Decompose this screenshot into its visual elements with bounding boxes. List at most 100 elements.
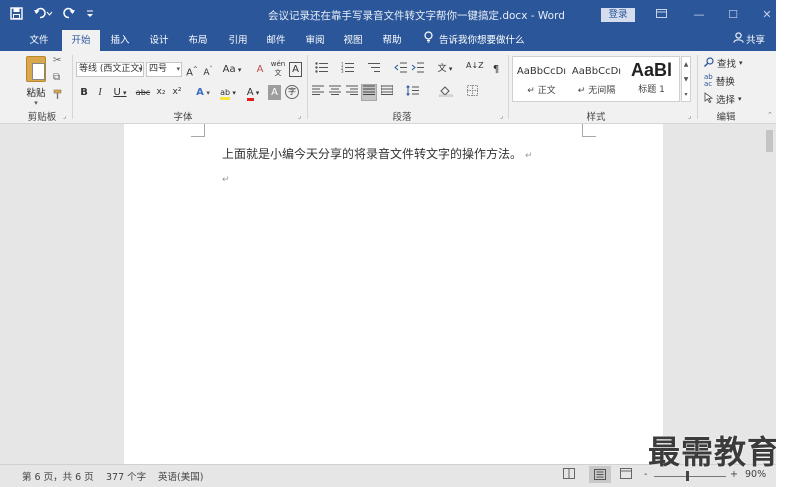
minimize-icon[interactable]: — [682,0,716,30]
paragraph-launcher-icon[interactable]: ⌟ [500,112,503,120]
zoom-slider-track[interactable] [654,476,726,477]
numbering-button[interactable]: 123 [337,62,359,77]
tab-help[interactable]: 帮助 [375,30,409,51]
align-right-button[interactable] [345,85,359,100]
character-shading-button[interactable]: A [268,85,281,100]
tab-references[interactable]: 引用 [221,30,255,51]
close-icon[interactable]: ✕ [750,0,776,30]
highlight-button[interactable]: ab ▾ [217,85,239,100]
replace-label: 替换 [715,77,735,88]
style-no-spacing[interactable]: AaBbCcDı ↵ 无间隔 [569,57,624,101]
superscript-button[interactable]: x² [170,85,184,100]
clipboard-launcher-icon[interactable]: ⌟ [63,112,66,120]
justify-icon [363,85,375,95]
text-effects-button[interactable]: A ▾ [192,85,214,100]
save-icon[interactable] [10,6,23,24]
increase-indent-button[interactable] [410,62,424,77]
chinese-layout-button[interactable]: 文 ▾ [433,62,457,77]
share-button[interactable]: 共享 [733,30,765,51]
cut-icon[interactable]: ✂ [53,55,61,66]
strikethrough-button[interactable]: abc [135,85,151,100]
copy-icon[interactable]: ⧉ [53,72,60,83]
show-marks-button[interactable]: ¶ [490,62,502,77]
tab-insert[interactable]: 插入 [104,30,136,51]
decrease-indent-button[interactable] [393,62,407,77]
justify-button[interactable] [361,84,377,101]
tell-me-box[interactable]: 告诉我你想要做什么 [424,30,525,51]
customize-qat-icon[interactable] [86,9,94,22]
tab-view[interactable]: 视图 [336,30,370,51]
bold-icon: B [80,87,88,98]
tab-design[interactable]: 设计 [142,30,176,51]
tab-layout[interactable]: 布局 [181,30,215,51]
line-spacing-button[interactable] [400,85,424,100]
select-button[interactable]: 选择 ▾ [704,92,742,106]
vertical-scrollbar[interactable] [763,124,776,464]
paragraph-mark-icon: ↵ [222,175,230,185]
enclose-characters-button[interactable]: 字 [285,85,299,99]
chevron-down-icon: ▾ [738,95,742,103]
print-layout-icon[interactable] [589,466,611,483]
phonetic-guide-button[interactable]: wén 文 [270,60,286,77]
subscript-button[interactable]: x₂ [154,85,168,100]
replace-button[interactable]: ab ac 替换 [704,74,735,89]
clear-formatting-button[interactable]: A [254,62,266,77]
font-size-combo[interactable]: 四号 ▾ [146,62,182,77]
underline-button[interactable]: U ▾ [110,85,130,100]
web-layout-icon[interactable] [620,468,632,482]
shrink-font-button[interactable]: Aˇ [202,62,214,78]
maximize-icon[interactable]: ☐ [716,0,750,30]
tell-me-placeholder: 告诉我你想要做什么 [439,35,525,46]
borders-button[interactable] [460,85,484,100]
zoom-out-button[interactable]: - [644,469,647,480]
empty-paragraph[interactable]: ↵ [222,175,230,185]
word-window: 会议记录还在靠手写录音文件转文字帮你一键搞定.docx - Word 登录 — … [0,0,776,487]
change-case-button[interactable]: Aa ▾ [220,62,244,77]
clear-formatting-icon: A [256,64,264,75]
font-launcher-icon[interactable]: ⌟ [298,112,301,120]
find-button[interactable]: 查找 ▾ [704,56,743,70]
page-count[interactable]: 第 6 页，共 6 页 [22,469,94,483]
document-paragraph[interactable]: 上面就是小编今天分享的将录音文件转文字的操作方法。 ↵ [222,145,533,162]
word-count[interactable]: 377 个字 [106,469,146,483]
ribbon-display-options-icon[interactable] [644,0,678,30]
grow-font-button[interactable]: A^ [186,62,198,78]
align-center-button[interactable] [328,85,342,100]
read-mode-icon[interactable] [563,468,575,482]
distributed-button[interactable] [380,85,394,100]
paste-button[interactable]: 粘贴 ▾ [22,56,50,107]
sort-button[interactable]: A↓Z [466,62,484,77]
ribbon-separator [307,55,308,119]
collapse-ribbon-icon[interactable]: ⌃ [767,111,773,119]
italic-button[interactable]: I [94,85,106,100]
tab-mailings[interactable]: 邮件 [259,30,293,51]
tab-home[interactable]: 开始 [62,30,100,51]
redo-icon[interactable] [63,7,76,24]
chevron-down-icon[interactable]: ▼ [682,72,690,87]
document-workspace: 上面就是小编今天分享的将录音文件转文字的操作方法。 ↵ ↵ [0,124,776,464]
tab-review[interactable]: 审阅 [298,30,332,51]
bold-button[interactable]: B [78,85,90,100]
undo-icon[interactable] [33,7,53,24]
align-left-button[interactable] [311,85,325,100]
style-normal[interactable]: AaBbCcDı ↵ 正文 [514,57,569,101]
watermark-logo: 最需教育 [648,433,776,471]
multilevel-list-button[interactable] [363,62,385,77]
format-painter-icon[interactable] [53,89,64,103]
style-heading-1[interactable]: AaBl 标题 1 [624,57,679,101]
font-name-combo[interactable]: 等线 (西文正文) ▾ [76,62,144,77]
scrollbar-thumb[interactable] [766,130,773,152]
chevron-up-icon[interactable]: ▲ [682,57,690,72]
tab-file[interactable]: 文件 [22,30,56,51]
document-page[interactable]: 上面就是小编今天分享的将录音文件转文字的操作方法。 ↵ ↵ [124,124,663,464]
character-border-button[interactable]: A [289,62,302,77]
styles-launcher-icon[interactable]: ⌟ [688,112,691,120]
bullets-button[interactable] [311,62,333,77]
login-button[interactable]: 登录 [601,8,635,22]
language-status[interactable]: 英语(美国) [158,469,203,483]
styles-scroll[interactable]: ▲ ▼ ▾ [681,56,691,102]
search-icon [704,56,714,70]
shading-button[interactable] [434,85,458,100]
more-styles-icon[interactable]: ▾ [682,87,690,102]
font-color-button[interactable]: A ▾ [242,85,264,101]
